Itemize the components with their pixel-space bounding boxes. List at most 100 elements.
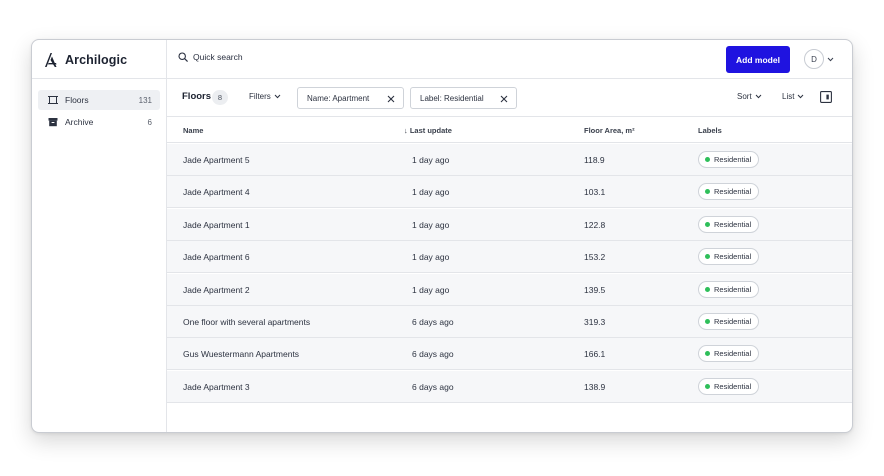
label-badge-text: Residential (714, 284, 752, 294)
label-badge[interactable]: Residential (698, 377, 760, 395)
cell-floor-area: 153.2 (584, 252, 606, 263)
list-toolbar: Floors 8 Filters Name: Apartment Label: … (167, 79, 852, 117)
label-badge-text: Residential (714, 187, 752, 197)
brand[interactable]: Archilogic (44, 51, 127, 69)
cell-name: One floor with several apartments (183, 317, 311, 327)
cell-last-update: 1 day ago (412, 284, 450, 295)
filter-chip-name[interactable]: Name: Apartment (297, 87, 404, 109)
column-header-name[interactable]: Name (183, 126, 203, 135)
table-row[interactable]: Jade Apartment 4 1 day ago 103.1 Residentia… (167, 176, 852, 209)
cell-floor-area: 166.1 (584, 349, 606, 360)
chevron-down-icon (274, 94, 281, 99)
view-mode-dropdown[interactable]: List (782, 92, 804, 101)
label-badge-text: Residential (714, 219, 752, 229)
status-dot-icon (705, 189, 710, 195)
table-header: Name ↓ Last update Floor Area, m² Labels (167, 117, 852, 143)
brand-name: Archilogic (65, 53, 128, 67)
sidebar-item-count: 131 (138, 95, 152, 105)
sidebar-item-count: 6 (147, 117, 152, 127)
cell-name: Jade Apartment 4 (183, 187, 250, 198)
account-menu[interactable]: D (804, 49, 834, 69)
cell-floor-area: 118.9 (584, 155, 605, 165)
view-mode-label: List (782, 92, 795, 101)
label-badge[interactable]: Residential (698, 248, 760, 266)
label-badge-text: Residential (714, 381, 752, 391)
column-header-labels[interactable]: Labels (698, 126, 722, 135)
label-badge[interactable]: Residential (698, 345, 760, 363)
page-title: Floors (182, 91, 212, 102)
table-row[interactable]: Jade Apartment 5 1 day ago 118.9 Residentia… (167, 144, 852, 176)
chevron-down-icon (827, 57, 834, 61)
cell-name: Jade Apartment 5 (183, 155, 250, 165)
column-header-floor-area[interactable]: Floor Area, m² (584, 126, 635, 135)
top-bar: Archilogic Quick search Add model D (32, 40, 852, 79)
close-icon (387, 95, 394, 102)
sidebar-item-archive[interactable]: Archive 6 (38, 112, 160, 132)
status-dot-icon (705, 221, 710, 227)
side-panel-toggle-icon[interactable] (820, 91, 832, 103)
cell-name: Jade Apartment 3 (183, 381, 250, 392)
cell-last-update: 6 days ago (412, 381, 454, 392)
filter-chip-label[interactable]: Label: Residential (410, 87, 517, 109)
table-row[interactable]: One floor with several apartments 6 days … (167, 306, 852, 338)
status-dot-icon (705, 319, 710, 324)
search-icon (178, 52, 188, 62)
table-row[interactable]: Jade Apartment 1 1 day ago 122.8 Residentia… (167, 208, 852, 241)
remove-filter-button[interactable] (499, 94, 508, 103)
filters-dropdown[interactable]: Filters (249, 92, 281, 101)
cell-last-update: 1 day ago (412, 252, 450, 263)
close-icon (500, 95, 507, 102)
chevron-down-icon (755, 94, 762, 99)
app-window: Archilogic Quick search Add model D Floo… (31, 39, 853, 433)
status-dot-icon (705, 157, 710, 162)
label-badge[interactable]: Residential (698, 151, 760, 168)
cell-floor-area: 103.1 (584, 187, 606, 198)
filters-label: Filters (249, 92, 271, 101)
sidebar-item-floors[interactable]: Floors 131 (38, 90, 160, 110)
label-badge[interactable]: Residential (698, 183, 760, 201)
cell-last-update: 6 days ago (412, 349, 454, 360)
cell-last-update: 1 day ago (412, 219, 450, 230)
cell-name: Jade Apartment 6 (183, 252, 250, 263)
quick-search[interactable]: Quick search (178, 52, 243, 62)
label-badge-text: Residential (714, 155, 752, 164)
cell-last-update: 6 days ago (412, 317, 454, 327)
status-dot-icon (705, 254, 710, 260)
result-count-badge: 8 (212, 90, 228, 105)
search-label: Quick search (193, 52, 243, 62)
sidebar-item-label: Floors (65, 95, 89, 105)
add-model-button[interactable]: Add model (726, 46, 790, 73)
archilogic-logo-icon (45, 53, 57, 67)
filter-chip-label: Name: Apartment (307, 93, 370, 103)
sort-label: Sort (737, 92, 752, 101)
cell-floor-area: 319.3 (584, 317, 606, 327)
cell-name: Jade Apartment 2 (183, 284, 250, 295)
label-badge[interactable]: Residential (698, 215, 760, 233)
label-badge-text: Residential (714, 252, 752, 262)
cell-floor-area: 122.8 (584, 219, 606, 230)
label-badge-text: Residential (714, 349, 752, 359)
cell-last-update: 1 day ago (412, 155, 450, 165)
status-dot-icon (705, 383, 710, 389)
avatar: D (804, 49, 824, 69)
label-badge[interactable]: Residential (698, 313, 760, 330)
cell-floor-area: 138.9 (584, 381, 606, 392)
sort-dropdown[interactable]: Sort (737, 92, 762, 101)
status-dot-icon (705, 286, 710, 292)
floor-plan-icon (48, 96, 58, 104)
remove-filter-button[interactable] (386, 94, 395, 103)
cell-last-update: 1 day ago (412, 187, 450, 198)
column-header-last-update[interactable]: ↓ Last update (404, 126, 452, 135)
cell-floor-area: 139.5 (584, 284, 606, 295)
table-row[interactable]: Jade Apartment 3 6 days ago 138.9 Residenti… (167, 370, 852, 403)
sidebar-item-label: Archive (65, 117, 94, 127)
table-row[interactable]: Gus Wuestermann Apartments 6 days ago 166.… (167, 338, 852, 371)
label-badge-text: Residential (714, 317, 752, 326)
chevron-down-icon (798, 94, 804, 99)
table-row[interactable]: Jade Apartment 2 1 day ago 139.5 Residentia… (167, 273, 852, 306)
archive-box-icon (48, 118, 58, 127)
status-dot-icon (705, 351, 710, 357)
label-badge[interactable]: Residential (698, 280, 760, 298)
filter-chip-label-text: Label: Residential (420, 93, 484, 103)
table-row[interactable]: Jade Apartment 6 1 day ago 153.2 Residentia… (167, 241, 852, 274)
